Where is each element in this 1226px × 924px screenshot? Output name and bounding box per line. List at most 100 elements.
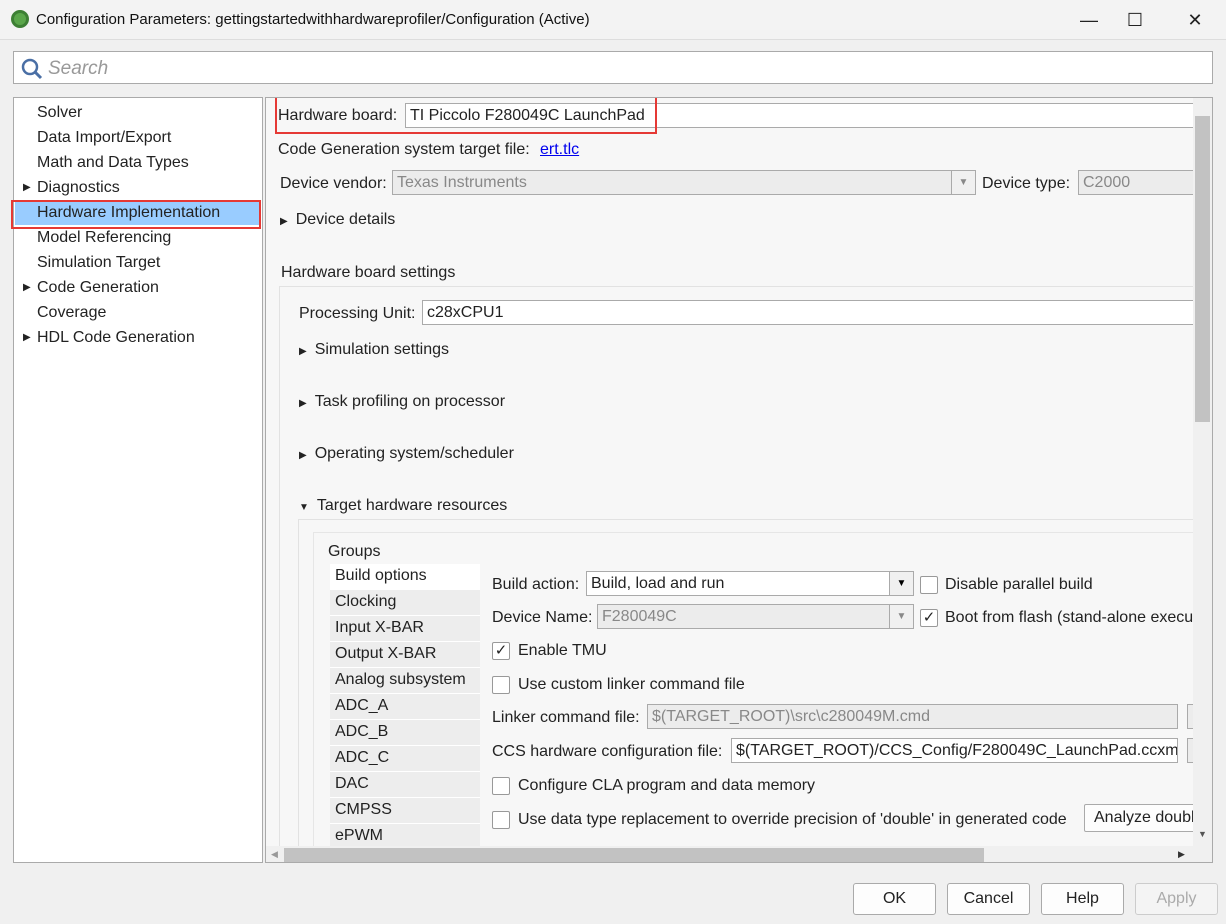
build-action-dropdown[interactable]: Build, load and run ▼: [586, 571, 914, 596]
expand-arrow-icon: ▶: [23, 332, 31, 343]
tree-item[interactable]: Data Import/Export: [15, 126, 261, 150]
vendor-value: Texas Instruments: [397, 174, 527, 191]
task-profiling-toggle[interactable]: ▶ Task profiling on processor: [299, 393, 505, 411]
tree-item[interactable]: Solver: [15, 101, 261, 125]
maximize-button[interactable]: ☐: [1112, 4, 1158, 36]
group-item[interactable]: CMPSS: [330, 798, 480, 824]
vendor-dropdown[interactable]: Texas Instruments ▼: [392, 170, 976, 195]
processing-unit-field[interactable]: c28xCPU1: [422, 300, 1193, 325]
device-name-dropdown[interactable]: F280049C ▼: [597, 604, 914, 629]
group-item[interactable]: Analog subsystem: [330, 668, 480, 694]
target-file-label: Code Generation system target file:: [278, 141, 530, 158]
group-item[interactable]: ADC_A: [330, 694, 480, 720]
expand-arrow-icon: ▶: [299, 450, 307, 461]
cancel-button[interactable]: Cancel: [947, 883, 1030, 915]
target-file-link[interactable]: ert.tlc: [540, 141, 579, 159]
search-icon: [21, 58, 43, 80]
tree-item-label: HDL Code Generation: [37, 329, 195, 346]
group-item[interactable]: Clocking: [330, 590, 480, 616]
device-type-label: Device type:: [982, 175, 1071, 192]
tree-item-label: Solver: [37, 104, 83, 121]
scroll-down-icon[interactable]: ▼: [1198, 829, 1207, 839]
group-item[interactable]: DAC: [330, 772, 480, 798]
boot-flash-checkbox[interactable]: ✓: [920, 609, 938, 627]
expand-arrow-icon: ▶: [23, 182, 31, 193]
apply-button[interactable]: Apply: [1135, 883, 1218, 915]
highlight-box: [11, 200, 261, 229]
hardware-board-label: Hardware board:: [278, 107, 398, 124]
expand-arrow-icon: ▶: [23, 282, 31, 293]
vendor-label: Device vendor:: [280, 175, 387, 192]
disable-parallel-checkbox[interactable]: [920, 576, 938, 594]
disable-parallel-label: Disable parallel build: [945, 576, 1093, 593]
app-gear-icon: [11, 10, 29, 28]
linker-file-label: Linker command file:: [492, 709, 640, 726]
tree-item-label: Model Referencing: [37, 229, 172, 246]
custom-linker-label: Use custom linker command file: [518, 676, 745, 693]
chevron-down-icon: ▼: [889, 572, 913, 595]
build-action-value: Build, load and run: [591, 575, 725, 592]
scroll-right-icon[interactable]: ▶: [1178, 849, 1185, 860]
target-hardware-toggle[interactable]: ▼ Target hardware resources: [299, 497, 507, 515]
scroll-left-icon[interactable]: ◀: [271, 849, 278, 860]
ccs-file-field[interactable]: $(TARGET_ROOT)/CCS_Config/F280049C_Launc…: [731, 738, 1178, 763]
collapse-arrow-icon: ▼: [299, 502, 309, 513]
chevron-down-icon: ▼: [951, 171, 975, 194]
help-button[interactable]: Help: [1041, 883, 1124, 915]
expand-arrow-icon: ▶: [280, 216, 288, 227]
custom-linker-checkbox[interactable]: [492, 676, 510, 694]
section-label: Simulation settings: [314, 341, 449, 358]
tree-item[interactable]: Coverage: [15, 301, 261, 325]
section-label: Target hardware resources: [316, 497, 508, 514]
linker-file-field[interactable]: $(TARGET_ROOT)\src\c280049M.cmd: [647, 704, 1178, 729]
section-label: Task profiling on processor: [314, 393, 506, 410]
expand-arrow-icon: ▶: [299, 346, 307, 357]
groups-list: Build options Clocking Input X-BAR Output X…: [330, 564, 481, 846]
cla-checkbox[interactable]: [492, 777, 510, 795]
search-placeholder: Search: [48, 58, 109, 79]
close-button[interactable]: ✕: [1172, 4, 1218, 36]
enable-tmu-label: Enable TMU: [518, 642, 607, 659]
analyze-double-button[interactable]: Analyze double: [1084, 804, 1193, 832]
horizontal-scroll-thumb[interactable]: [284, 848, 984, 862]
expand-arrow-icon: ▶: [299, 398, 307, 409]
simulation-settings-toggle[interactable]: ▶ Simulation settings: [299, 341, 449, 359]
processing-unit-label: Processing Unit:: [299, 305, 416, 322]
title-bar: Configuration Parameters: gettingstarted…: [0, 0, 1226, 40]
group-item[interactable]: ADC_C: [330, 746, 480, 772]
device-name-label: Device Name:: [492, 609, 593, 626]
tree-item-label: Code Generation: [37, 279, 159, 296]
os-scheduler-toggle[interactable]: ▶ Operating system/scheduler: [299, 445, 514, 463]
settings-pane: Hardware board: TI Piccolo F280049C Laun…: [265, 97, 1213, 863]
tree-item-label: Math and Data Types: [37, 154, 189, 171]
window-title: Configuration Parameters: gettingstarted…: [36, 11, 590, 28]
group-item[interactable]: Build options: [330, 564, 480, 590]
tree-item[interactable]: ▶ Diagnostics: [15, 176, 261, 200]
dtr-label: Use data type replacement to override pr…: [518, 811, 1067, 828]
tree-item[interactable]: ▶ HDL Code Generation: [15, 326, 261, 350]
group-item[interactable]: Output X-BAR: [330, 642, 480, 668]
search-input[interactable]: Search: [13, 51, 1213, 84]
device-type-field[interactable]: C2000: [1078, 170, 1193, 195]
ccs-file-label: CCS hardware configuration file:: [492, 743, 723, 760]
minimize-button[interactable]: —: [1066, 4, 1112, 36]
group-item[interactable]: ePWM: [330, 824, 480, 846]
dtr-checkbox[interactable]: [492, 811, 510, 829]
chevron-down-icon: ▼: [889, 605, 913, 628]
tree-item[interactable]: ▶ Code Generation: [15, 276, 261, 300]
ok-button[interactable]: OK: [853, 883, 936, 915]
enable-tmu-checkbox[interactable]: ✓: [492, 642, 510, 660]
tree-item[interactable]: Model Referencing: [15, 226, 261, 250]
board-settings-heading: Hardware board settings: [281, 264, 456, 281]
device-name-value: F280049C: [602, 608, 677, 625]
tree-item-label: Simulation Target: [37, 254, 161, 271]
group-item[interactable]: ADC_B: [330, 720, 480, 746]
tree-item[interactable]: Math and Data Types: [15, 151, 261, 175]
device-details-toggle[interactable]: ▶ Device details: [280, 211, 395, 229]
section-label: Operating system/scheduler: [314, 445, 514, 462]
build-action-label: Build action:: [492, 576, 580, 593]
vertical-scroll-thumb[interactable]: [1195, 116, 1210, 422]
tree-item-label: Data Import/Export: [37, 129, 172, 146]
group-item[interactable]: Input X-BAR: [330, 616, 480, 642]
tree-item[interactable]: Simulation Target: [15, 251, 261, 275]
